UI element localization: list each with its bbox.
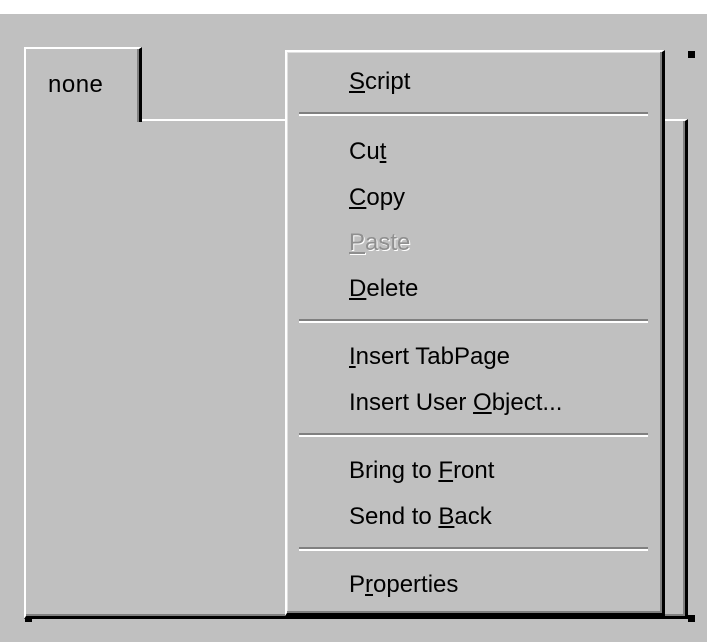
menu-item-send-to-back[interactable]: Send to Back xyxy=(349,499,492,535)
menu-separator xyxy=(299,433,648,437)
menu-item-insert-user-object[interactable]: Insert User Object... xyxy=(349,385,562,421)
menu-item-script[interactable]: Script xyxy=(349,64,410,100)
tab-none[interactable]: none xyxy=(24,47,142,122)
menu-separator xyxy=(299,547,648,551)
tab-label: none xyxy=(48,71,104,98)
menu-item-bring-to-front[interactable]: Bring to Front xyxy=(349,453,494,489)
menu-item-insert-tabpage[interactable]: Insert TabPage xyxy=(349,339,510,375)
menu-item-paste[interactable]: Paste xyxy=(349,225,410,261)
selection-handle-top-right[interactable] xyxy=(688,51,695,58)
menu-item-copy[interactable]: Copy xyxy=(349,180,405,216)
menu-item-cut[interactable]: Cut xyxy=(349,134,386,170)
menu-separator xyxy=(299,319,648,323)
context-menu: Script Cut Copy Paste Delete Insert TabP… xyxy=(285,50,665,616)
selection-handle-bottom-right[interactable] xyxy=(688,615,695,622)
menu-item-properties[interactable]: Properties xyxy=(349,567,458,603)
menu-separator xyxy=(299,112,648,116)
menu-item-delete[interactable]: Delete xyxy=(349,271,418,307)
